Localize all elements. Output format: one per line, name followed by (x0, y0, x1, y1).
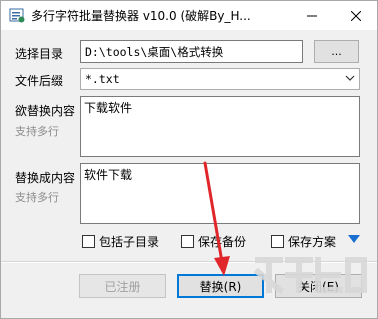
browse-button[interactable]: ... (314, 40, 359, 63)
expand-triangle-icon[interactable] (348, 234, 360, 244)
replace-label: 替换成内容 (15, 171, 76, 185)
find-label: 欲替换内容 (15, 104, 76, 118)
ext-label: 文件后缀 (15, 74, 64, 88)
minimize-button[interactable] (291, 1, 333, 30)
minimize-icon (307, 15, 317, 16)
ext-value: *.txt (85, 72, 120, 86)
save-backup-label: 保存备份 (198, 235, 247, 249)
close-icon (351, 10, 361, 21)
save-backup-checkbox[interactable]: 保存备份 (181, 233, 246, 250)
dir-label: 选择目录 (15, 47, 64, 61)
save-scheme-checkbox[interactable]: 保存方案 (271, 233, 336, 250)
checkbox-box (181, 235, 194, 248)
include-subdirs-label: 包括子目录 (99, 235, 160, 249)
ext-combobox[interactable]: *.txt (80, 68, 360, 90)
save-scheme-label: 保存方案 (288, 235, 337, 249)
replace-sublabel: 支持多行 (15, 191, 59, 204)
checkbox-box (271, 235, 284, 248)
watermark-logo (253, 257, 367, 295)
checkbox-box (82, 235, 95, 248)
chevron-down-icon (345, 75, 355, 81)
app-icon (9, 8, 25, 23)
find-textarea[interactable]: 下载软件 (80, 96, 360, 157)
find-sublabel: 支持多行 (15, 125, 59, 138)
dir-input[interactable]: D:\tools\桌面\格式转换 (80, 40, 303, 63)
window-title: 多行字符批量替换器 v10.0 (破解By_H... (31, 9, 251, 23)
registered-button[interactable]: 已注册 (79, 274, 166, 298)
title-bar: 多行字符批量替换器 v10.0 (破解By_H... (1, 1, 377, 30)
include-subdirs-checkbox[interactable]: 包括子目录 (82, 233, 159, 250)
close-window-button[interactable] (335, 1, 377, 30)
replace-textarea[interactable]: 软件下载 (80, 163, 360, 224)
